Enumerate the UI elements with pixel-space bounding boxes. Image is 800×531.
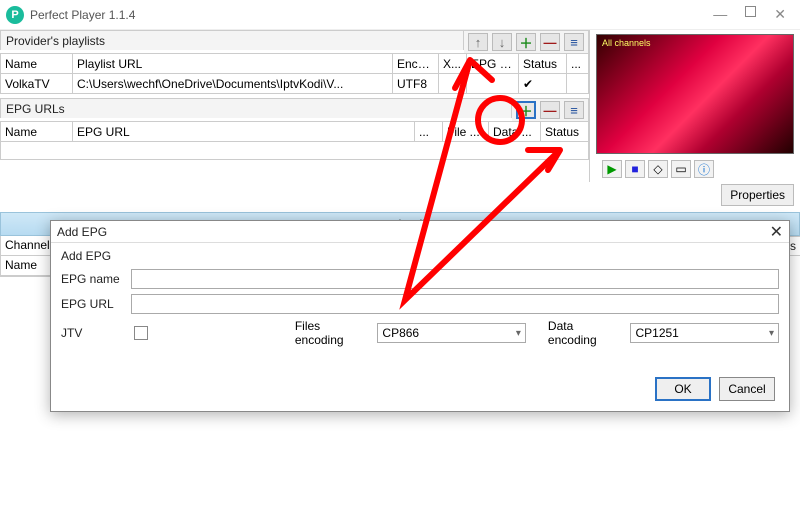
maximize-button[interactable] bbox=[745, 6, 756, 17]
app-logo: P bbox=[6, 6, 24, 24]
playlists-header-enco[interactable]: Enco... bbox=[393, 54, 439, 74]
data-encoding-value: CP1251 bbox=[635, 326, 678, 340]
add-epg-dialog: Add EPG ✕ Add EPG EPG name EPG URL JTV F… bbox=[50, 220, 790, 412]
jtv-label: JTV bbox=[61, 326, 130, 340]
cancel-button[interactable]: Cancel bbox=[719, 377, 775, 401]
epg-urls-table: Name EPG URL ... File ... Data ... Statu… bbox=[0, 121, 589, 142]
playlist-row-url[interactable]: C:\Users\wechf\OneDrive\Documents\IptvKo… bbox=[73, 74, 393, 94]
files-encoding-select[interactable]: CP866 ▾ bbox=[377, 323, 526, 343]
jtv-checkbox[interactable] bbox=[134, 326, 148, 340]
playlists-header-epgn[interactable]: EPG n... bbox=[467, 54, 519, 74]
playlist-row-name[interactable]: VolkaTV bbox=[1, 74, 73, 94]
screen-icon[interactable]: ▭ bbox=[671, 160, 691, 178]
epg-header-file[interactable]: File ... bbox=[443, 122, 489, 142]
providers-section-label: Provider's playlists bbox=[0, 30, 464, 50]
stop-icon[interactable]: ■ bbox=[625, 160, 645, 178]
info-icon[interactable]: ⓘ bbox=[694, 160, 714, 178]
files-encoding-value: CP866 bbox=[382, 326, 419, 340]
playlist-row-dots[interactable] bbox=[567, 74, 589, 94]
epg-header-url[interactable]: EPG URL bbox=[73, 122, 415, 142]
menu-epg-button[interactable]: ≡ bbox=[564, 101, 584, 119]
files-encoding-label: Files encoding bbox=[295, 319, 372, 347]
playlists-table: Name Playlist URL Enco... X... EPG n... … bbox=[0, 53, 589, 94]
dialog-titlebar: Add EPG ✕ bbox=[51, 221, 789, 243]
dialog-close-icon[interactable]: ✕ bbox=[770, 222, 783, 242]
arrow-up-icon[interactable]: ↑ bbox=[468, 33, 488, 51]
window-title: Perfect Player 1.1.4 bbox=[30, 8, 135, 22]
epg-url-input[interactable] bbox=[131, 294, 779, 314]
properties-button[interactable]: Properties bbox=[721, 184, 794, 206]
playlist-row-status[interactable]: ✔ bbox=[519, 74, 567, 94]
playlists-header-name[interactable]: Name bbox=[1, 54, 73, 74]
playlist-row-enco[interactable]: UTF8 bbox=[393, 74, 439, 94]
chevron-down-icon: ▾ bbox=[769, 328, 774, 339]
chevron-down-icon: ▾ bbox=[516, 328, 521, 339]
dialog-section-label: Add EPG bbox=[61, 247, 779, 269]
epg-name-input[interactable] bbox=[131, 269, 779, 289]
data-encoding-select[interactable]: CP1251 ▾ bbox=[630, 323, 779, 343]
dialog-title: Add EPG bbox=[57, 225, 107, 239]
add-epg-button[interactable]: ＋ bbox=[516, 101, 536, 119]
loop-icon[interactable]: ◇ bbox=[648, 160, 668, 178]
channel-cell[interactable]: Channel bbox=[1, 236, 51, 256]
epg-name-label: EPG name bbox=[61, 272, 131, 286]
epg-urls-section-label: EPG URLs bbox=[0, 98, 512, 118]
preview-tag: All channels bbox=[602, 38, 651, 48]
playlist-row[interactable]: VolkaTV C:\Users\wechf\OneDrive\Document… bbox=[1, 74, 589, 94]
playlist-row-epgn[interactable] bbox=[467, 74, 519, 94]
arrow-down-icon[interactable]: ↓ bbox=[492, 33, 512, 51]
playlists-header-x[interactable]: X... bbox=[439, 54, 467, 74]
epg-url-label: EPG URL bbox=[61, 297, 131, 311]
playlists-header-row: Name Playlist URL Enco... X... EPG n... … bbox=[1, 54, 589, 74]
playlists-header-url[interactable]: Playlist URL bbox=[73, 54, 393, 74]
window-controls: — ✕ bbox=[713, 6, 794, 23]
minimize-button[interactable]: — bbox=[713, 6, 727, 23]
titlebar: P Perfect Player 1.1.4 — ✕ bbox=[0, 0, 800, 30]
video-preview[interactable]: All channels bbox=[596, 34, 794, 154]
epg-header-data[interactable]: Data ... bbox=[489, 122, 541, 142]
epg-header-status[interactable]: Status bbox=[541, 122, 589, 142]
add-playlist-button[interactable]: ＋ bbox=[516, 33, 536, 51]
data-encoding-label: Data encoding bbox=[548, 319, 625, 347]
name-cell[interactable]: Name bbox=[1, 256, 51, 276]
epg-header-name[interactable]: Name bbox=[1, 122, 73, 142]
epg-header-row: Name EPG URL ... File ... Data ... Statu… bbox=[1, 122, 589, 142]
preview-controls: ▶ ■ ◇ ▭ ⓘ bbox=[596, 158, 794, 182]
play-icon[interactable]: ▶ bbox=[602, 160, 622, 178]
close-button[interactable]: ✕ bbox=[774, 6, 786, 23]
epg-header-dots[interactable]: ... bbox=[415, 122, 443, 142]
lower-left-column: Channel Name bbox=[0, 236, 52, 277]
remove-epg-button[interactable]: — bbox=[540, 101, 560, 119]
playlists-header-status[interactable]: Status bbox=[519, 54, 567, 74]
ok-button[interactable]: OK bbox=[655, 377, 711, 401]
playlist-row-x[interactable] bbox=[439, 74, 467, 94]
menu-playlist-button[interactable]: ≡ bbox=[564, 33, 584, 51]
playlists-header-dots[interactable]: ... bbox=[567, 54, 589, 74]
remove-playlist-button[interactable]: — bbox=[540, 33, 560, 51]
